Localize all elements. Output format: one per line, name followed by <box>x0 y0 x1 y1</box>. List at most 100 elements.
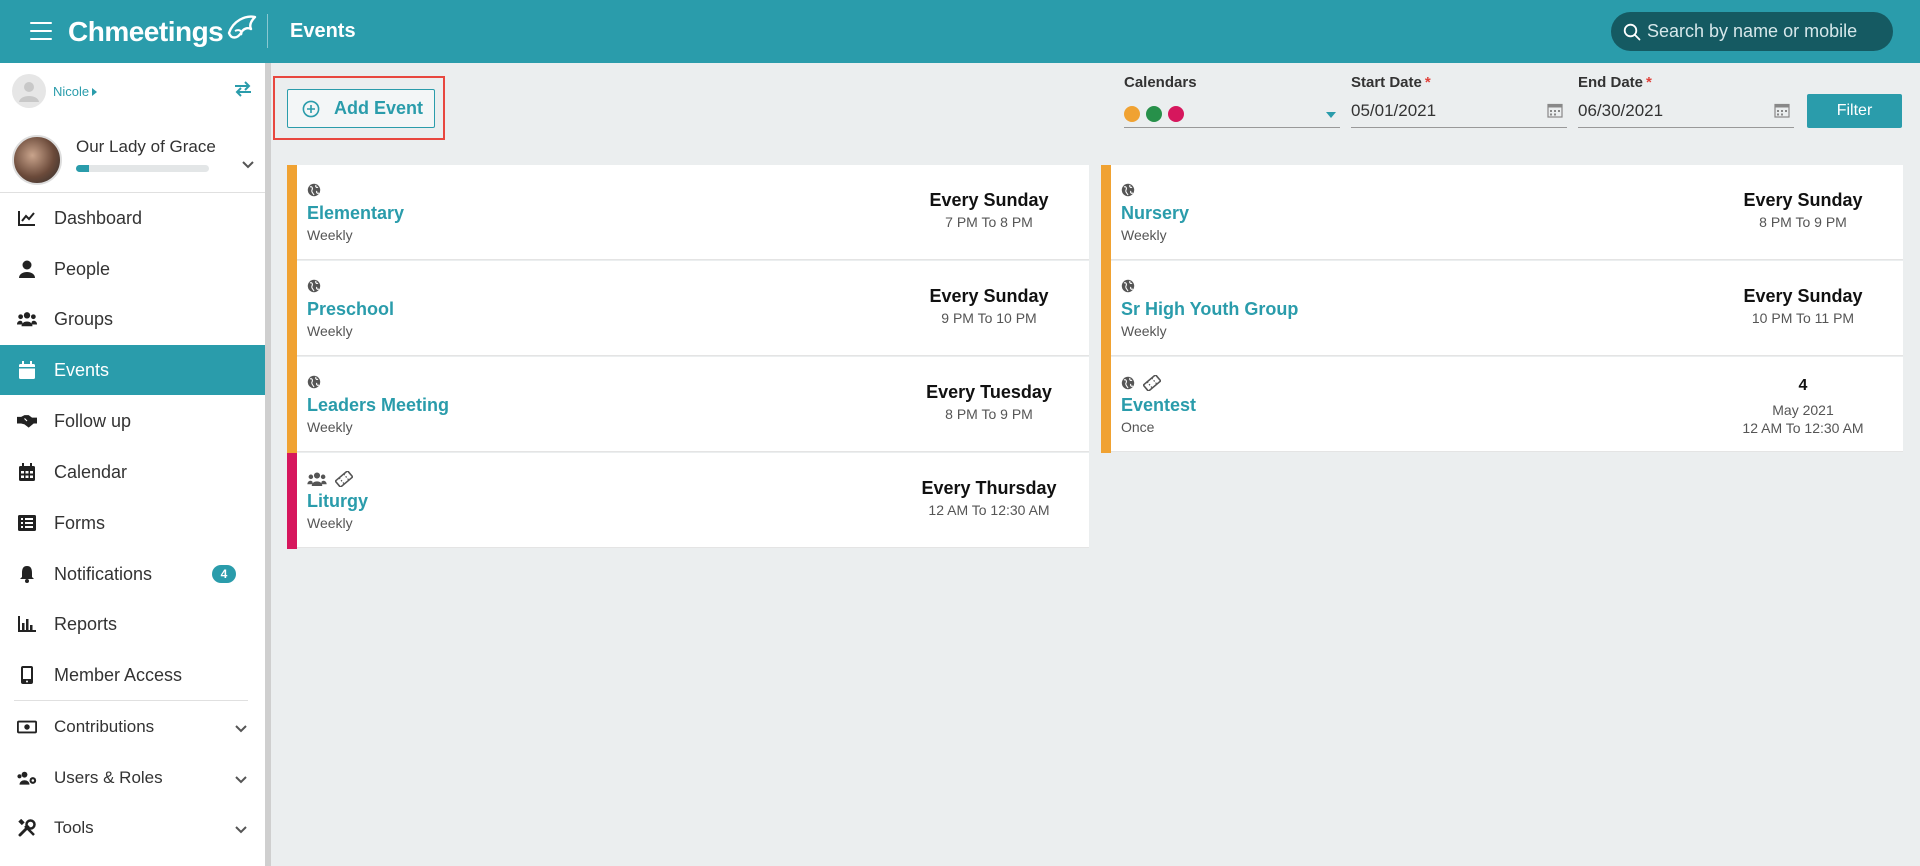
add-event-button[interactable]: Add Event <box>287 89 435 128</box>
switch-account-icon[interactable] <box>233 80 253 103</box>
event-recurrence: Every Sunday <box>1743 190 1863 210</box>
event-card[interactable]: Elementary Weekly Every Sunday 7 PM To 8… <box>287 165 1089 261</box>
event-title[interactable]: Leaders Meeting <box>307 395 449 416</box>
event-icons <box>1121 374 1162 396</box>
calendar-icon <box>17 360 37 380</box>
globe-icon <box>1121 376 1135 395</box>
event-title[interactable]: Sr High Youth Group <box>1121 299 1298 320</box>
filter-button[interactable]: Filter <box>1807 94 1902 128</box>
bar-chart-icon <box>17 614 37 634</box>
search-box[interactable] <box>1611 12 1893 51</box>
event-card[interactable]: Nursery Weekly Every Sunday 8 PM To 9 PM <box>1101 165 1903 261</box>
sidebar-item-forms[interactable]: Forms <box>0 498 265 548</box>
calendar-picker-icon[interactable] <box>1774 102 1790 123</box>
event-frequency: Weekly <box>1121 227 1167 243</box>
globe-icon <box>1121 183 1135 202</box>
event-title[interactable]: Eventest <box>1121 395 1196 416</box>
event-card[interactable]: Liturgy Weekly Every Thursday 12 AM To 1… <box>287 453 1089 549</box>
sidebar-item-label: Calendar <box>54 461 128 482</box>
sidebar-item-calendar[interactable]: Calendar <box>0 447 265 497</box>
sidebar-item-tools[interactable]: Tools <box>0 803 265 853</box>
dropdown-caret-icon <box>1326 112 1336 118</box>
required-mark: * <box>1424 74 1431 91</box>
user-name-link[interactable]: Nicole <box>53 84 98 99</box>
search-input[interactable] <box>1647 21 1877 42</box>
sidebar-item-reports[interactable]: Reports <box>0 599 265 649</box>
sidebar-item-dashboard[interactable]: Dashboard <box>0 193 265 243</box>
event-title[interactable]: Liturgy <box>307 491 368 512</box>
start-date-label: Start Date * <box>1351 74 1431 91</box>
church-progress-fill <box>76 165 90 172</box>
plus-circle-icon <box>302 100 320 117</box>
notifications-count-badge: 4 <box>212 565 236 583</box>
ticket-icon <box>334 470 354 492</box>
event-month: May 2021 <box>1772 402 1834 418</box>
calendar-grid-icon <box>17 462 37 482</box>
sidebar-item-label: Contributions <box>54 717 155 736</box>
sidebar-item-member-access[interactable]: Member Access <box>0 650 265 700</box>
event-schedule: Every Sunday 8 PM To 9 PM <box>1713 165 1893 261</box>
event-frequency: Weekly <box>307 515 353 531</box>
event-card[interactable]: Eventest Once 4 May 2021 12 AM To 12:30 … <box>1101 357 1903 453</box>
event-card[interactable]: Preschool Weekly Every Sunday 9 PM To 10… <box>287 261 1089 357</box>
event-title[interactable]: Elementary <box>307 203 404 224</box>
handshake-icon <box>17 411 37 431</box>
event-recurrence: Every Tuesday <box>926 382 1052 402</box>
event-title[interactable]: Preschool <box>307 299 394 320</box>
event-icons <box>307 375 321 394</box>
church-name: Our Lady of Grace <box>76 137 216 156</box>
sidebar-item-follow-up[interactable]: Follow up <box>0 396 265 446</box>
calendar-color-dot <box>1168 106 1184 122</box>
sidebar-item-users-roles[interactable]: Users & Roles <box>0 753 265 803</box>
sidebar-scrollbar[interactable] <box>265 63 271 866</box>
chevron-down-icon <box>234 772 248 790</box>
event-schedule: Every Thursday 12 AM To 12:30 AM <box>899 453 1079 549</box>
start-date-field[interactable] <box>1351 96 1567 128</box>
sidebar-item-label: Follow up <box>54 410 132 431</box>
chevron-down-icon <box>234 721 248 739</box>
sidebar-item-contributions[interactable]: Contributions <box>0 702 265 752</box>
calendars-select[interactable] <box>1124 100 1340 128</box>
sidebar-item-people[interactable]: People <box>0 244 265 294</box>
event-card[interactable]: Leaders Meeting Weekly Every Tuesday 8 P… <box>287 357 1089 453</box>
end-date-label: End Date * <box>1578 74 1652 91</box>
money-icon <box>17 717 37 737</box>
users-icon <box>17 309 37 329</box>
chart-line-icon <box>17 208 37 228</box>
sidebar-item-label: Forms <box>54 512 105 533</box>
event-icons <box>307 279 321 298</box>
top-divider <box>267 14 268 48</box>
event-card[interactable]: Sr High Youth Group Weekly Every Sunday … <box>1101 261 1903 357</box>
end-date-input[interactable] <box>1578 98 1758 124</box>
sidebar-item-groups[interactable]: Groups <box>0 294 265 344</box>
event-frequency: Weekly <box>307 419 353 435</box>
sidebar-item-label: Notifications <box>54 563 153 584</box>
start-date-label-text: Start Date <box>1351 74 1422 91</box>
event-schedule: 4 May 2021 12 AM To 12:30 AM <box>1713 357 1893 453</box>
event-time: 9 PM To 10 PM <box>941 310 1037 326</box>
calendar-picker-icon[interactable] <box>1547 102 1563 123</box>
dove-icon <box>228 15 257 39</box>
church-selector[interactable]: Our Lady of Grace <box>12 131 262 189</box>
caret-right-icon <box>92 88 98 97</box>
event-schedule: Every Tuesday 8 PM To 9 PM <box>899 357 1079 453</box>
top-bar: Chmeetings Events <box>0 0 1920 63</box>
user-avatar[interactable] <box>12 74 46 108</box>
event-frequency: Weekly <box>1121 323 1167 339</box>
sidebar-item-notifications[interactable]: Notifications 4 <box>0 549 265 599</box>
start-date-input[interactable] <box>1351 98 1531 124</box>
church-progress-bar <box>76 165 209 172</box>
calendars-label: Calendars <box>1124 74 1197 91</box>
church-avatar <box>12 135 62 185</box>
globe-icon <box>307 279 321 298</box>
hamburger-menu-icon[interactable] <box>30 22 52 40</box>
event-title[interactable]: Nursery <box>1121 203 1189 224</box>
event-recurrence: Every Sunday <box>929 190 1049 210</box>
chevron-down-icon[interactable] <box>241 157 255 175</box>
brand-name: Chmeetings <box>68 16 224 47</box>
end-date-field[interactable] <box>1578 96 1794 128</box>
page-title: Events <box>290 20 356 42</box>
event-recurrence: Every Thursday <box>921 478 1057 498</box>
brand-logo[interactable]: Chmeetings <box>68 15 259 48</box>
sidebar-item-events[interactable]: Events <box>0 345 265 395</box>
